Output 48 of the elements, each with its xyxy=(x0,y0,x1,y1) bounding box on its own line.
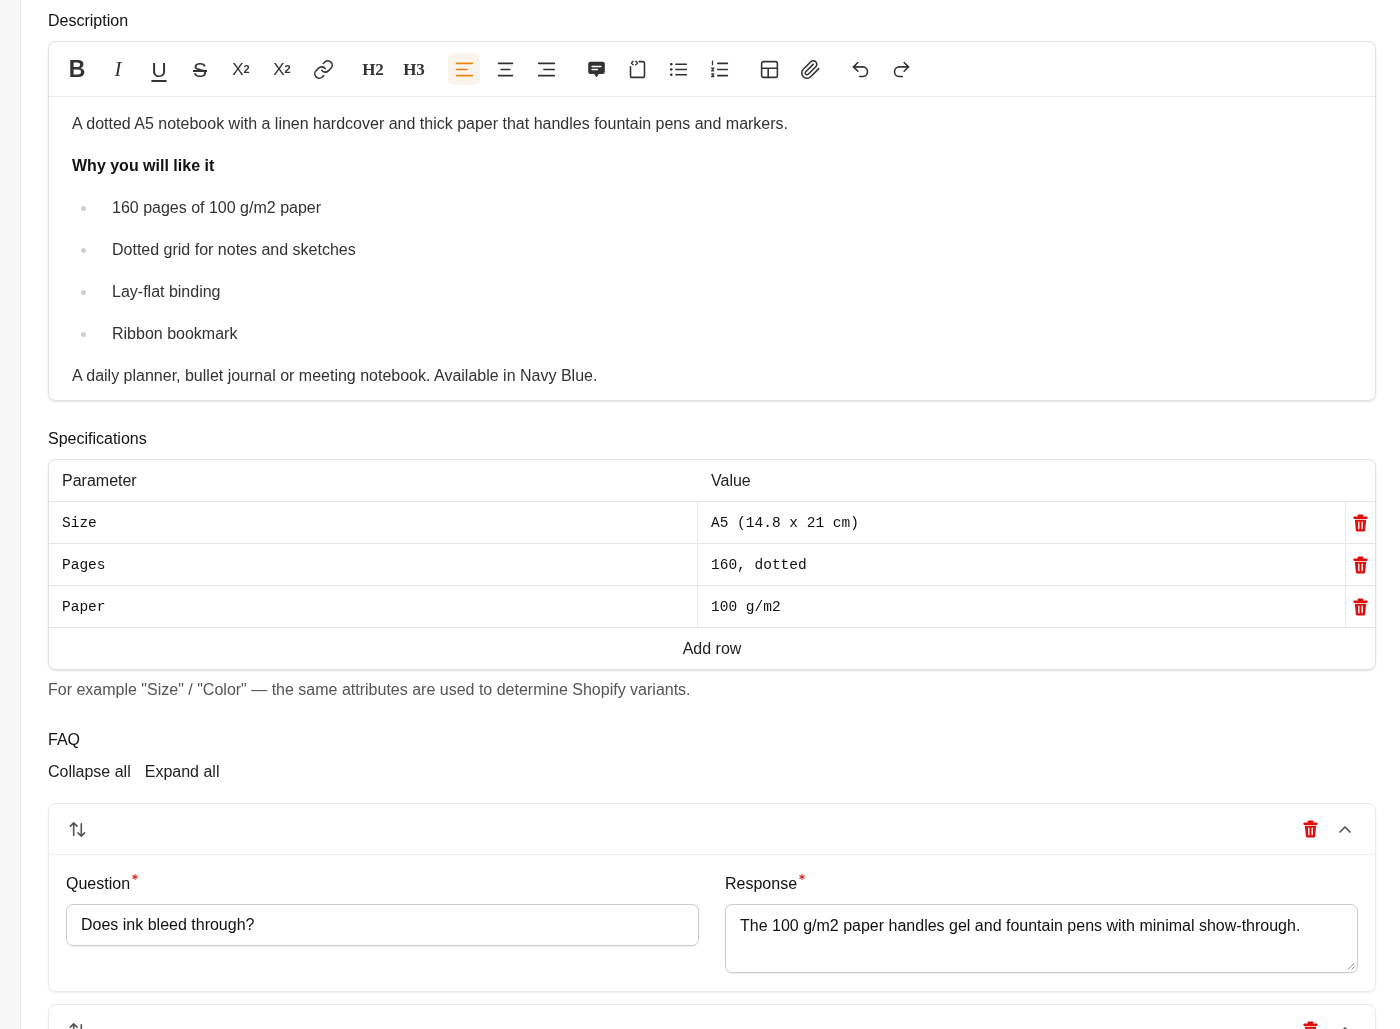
resize-handle-icon[interactable] xyxy=(1347,962,1355,970)
numbered-list-icon xyxy=(708,58,730,80)
superscript-button[interactable]: X$^{2}$ xyxy=(266,53,298,85)
underline-button[interactable]: U xyxy=(143,53,175,85)
bullet-dot-icon xyxy=(81,205,86,211)
italic-button[interactable]: I xyxy=(102,53,134,85)
link-icon xyxy=(312,58,334,80)
align-left-button[interactable] xyxy=(448,53,480,85)
bullet-dot-icon xyxy=(81,247,86,253)
heading-two-button[interactable]: H2 xyxy=(357,53,389,85)
bullet-item-text: Lay-flat binding xyxy=(112,282,221,302)
expand-all-button[interactable]: Expand all xyxy=(144,761,220,783)
hint-text: For example "Size" / "Color" — the same attributes are used to determine Shopify variants. xyxy=(48,680,692,700)
up-down-arrows-icon xyxy=(68,819,87,839)
trash-icon xyxy=(1303,820,1318,838)
field-label: Response xyxy=(725,874,798,894)
field-label: Question xyxy=(66,874,131,894)
section-label: Description xyxy=(48,11,130,31)
trash-icon xyxy=(1353,597,1368,616)
paperclip-icon xyxy=(799,58,821,80)
table-cell[interactable]: Pages xyxy=(49,544,698,585)
bullet-item-text: Dotted grid for notes and sketches xyxy=(112,240,356,260)
textarea-field[interactable]: The 100 g/m2 paper handles gel and fountain pens with minimal show-through. xyxy=(725,904,1358,973)
trash-icon xyxy=(1353,555,1368,574)
column-header: Value xyxy=(710,470,752,491)
bold-button[interactable]: B xyxy=(61,53,93,85)
delete-item-button[interactable] xyxy=(1303,820,1318,838)
bullet-dot-icon xyxy=(81,331,86,337)
table-icon xyxy=(758,58,780,80)
description-paragraph: A daily planner, bullet journal or meeting notebook. Available in Navy Blue. xyxy=(72,366,599,386)
collapse-all-button[interactable]: Collapse all xyxy=(48,761,131,783)
text-input-field[interactable]: Does ink bleed through? xyxy=(66,904,699,946)
bullet-dot-icon xyxy=(81,289,86,295)
column-header: Parameter xyxy=(61,470,138,491)
bullet-item-text: Ribbon bookmark xyxy=(112,324,238,344)
table-cell[interactable]: 160, dotted xyxy=(698,544,1346,585)
table-cell[interactable]: A5 (14.8 x 21 cm) xyxy=(698,502,1346,543)
table-cell[interactable]: Size xyxy=(49,502,698,543)
add-row-button[interactable]: Add row xyxy=(49,627,1375,669)
trash-icon xyxy=(1353,513,1368,532)
section-label: FAQ xyxy=(48,730,81,750)
reorder-button[interactable] xyxy=(68,819,87,839)
bullet-item-text: 160 pages of 100 g/m2 paper xyxy=(112,198,322,218)
description-paragraph: A dotted A5 notebook with a linen hardcover and thick paper that handles fountain pens and markers. xyxy=(72,114,790,134)
strikethrough-button[interactable]: S xyxy=(184,53,216,85)
heading-three-button[interactable]: H3 xyxy=(398,53,430,85)
description-heading: Why you will like it xyxy=(72,156,216,176)
section-label: Specifications xyxy=(48,429,148,449)
